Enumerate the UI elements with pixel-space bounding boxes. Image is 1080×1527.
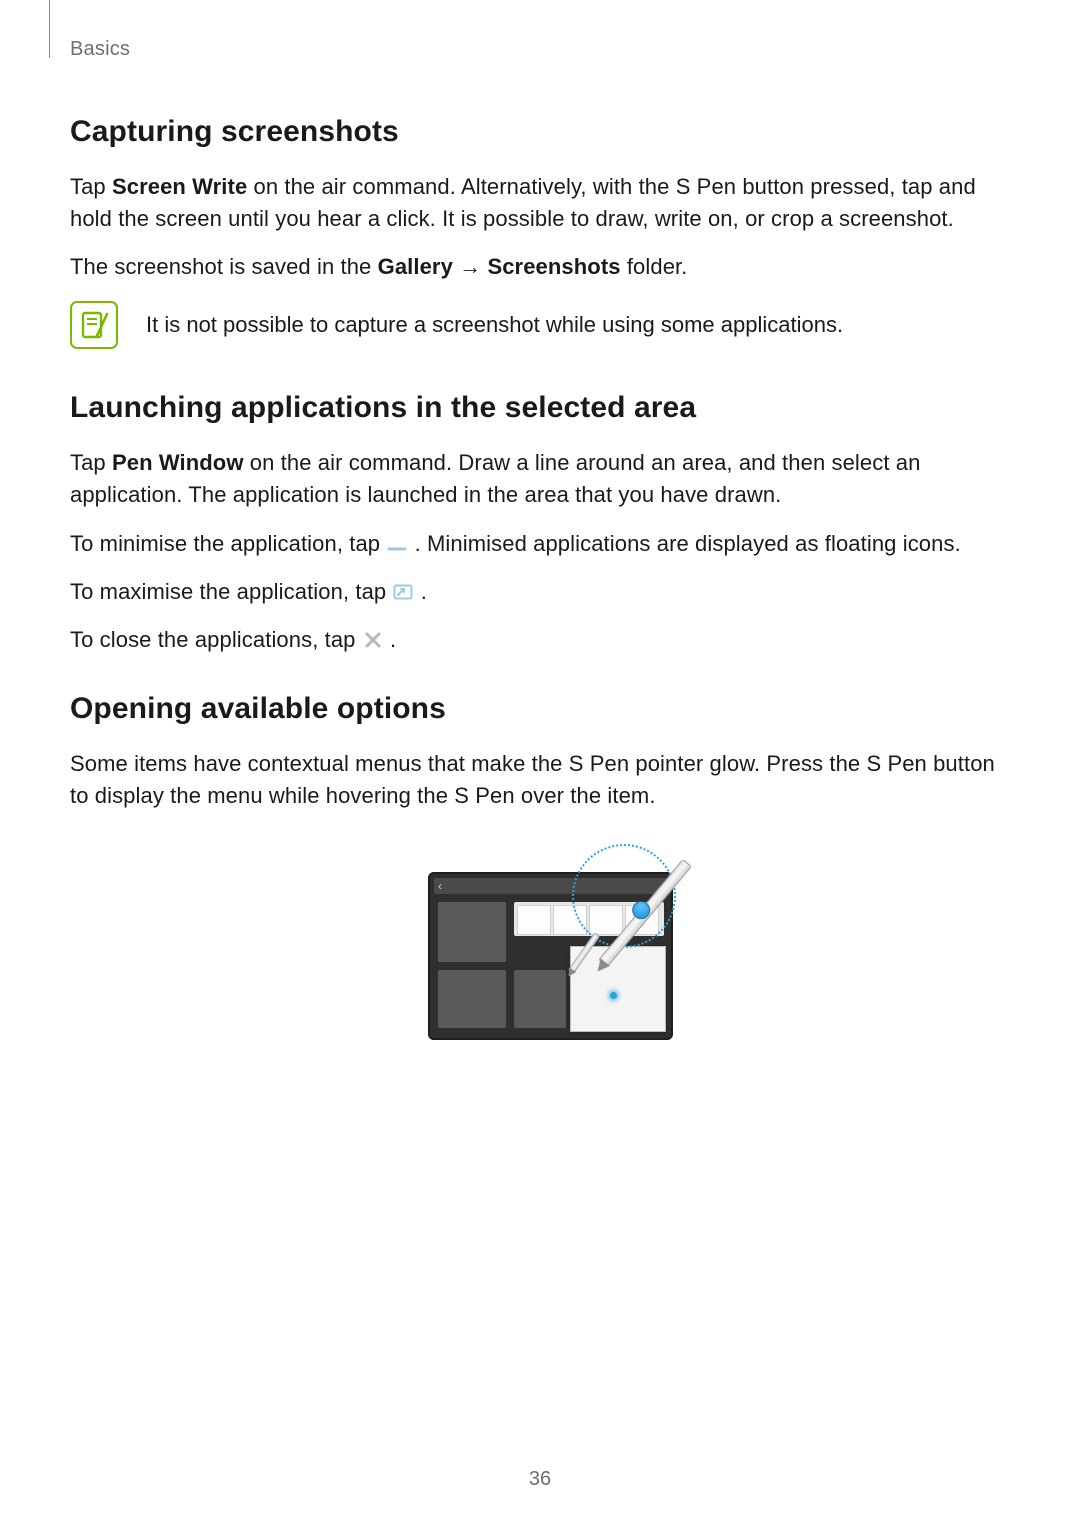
- text: To maximise the application, tap: [70, 579, 392, 604]
- text: Tap: [70, 174, 112, 199]
- paragraph: The screenshot is saved in the Gallery →…: [70, 251, 1010, 283]
- minimise-icon: [386, 537, 408, 553]
- bold-screen-write: Screen Write: [112, 174, 247, 199]
- text: . Minimised applications are displayed a…: [415, 531, 961, 556]
- page-number: 36: [0, 1468, 1080, 1491]
- paragraph-close: To close the applications, tap .: [70, 624, 1010, 656]
- figure-tile: [438, 970, 506, 1028]
- figure-tile: [438, 902, 506, 962]
- paragraph-maximise: To maximise the application, tap .: [70, 576, 1010, 608]
- figure-spen-hover: ‹: [380, 832, 700, 1052]
- bold-screenshots: Screenshots: [487, 254, 620, 279]
- heading-capturing-screenshots: Capturing screenshots: [70, 115, 1010, 149]
- text: To minimise the application, tap: [70, 531, 386, 556]
- text: The screenshot is saved in the: [70, 254, 378, 279]
- paragraph: Some items have contextual menus that ma…: [70, 748, 1010, 812]
- figure-tile: [514, 970, 566, 1028]
- text: To close the applications, tap: [70, 627, 362, 652]
- arrow-text: →: [453, 254, 488, 279]
- paragraph: Tap Pen Window on the air command. Draw …: [70, 447, 1010, 511]
- figure-thumb: [517, 905, 551, 935]
- note-row: It is not possible to capture a screensh…: [70, 301, 1010, 349]
- running-head: Basics: [70, 38, 1010, 61]
- close-icon: [362, 632, 384, 648]
- bold-gallery: Gallery: [378, 254, 453, 279]
- bold-pen-window: Pen Window: [112, 450, 244, 475]
- text: .: [390, 627, 396, 652]
- note-icon: [70, 301, 118, 349]
- heading-opening-options: Opening available options: [70, 692, 1010, 726]
- paragraph: Tap Screen Write on the air command. Alt…: [70, 171, 1010, 235]
- figure-hover-card: [570, 946, 666, 1032]
- crop-mark: [49, 0, 50, 58]
- paragraph-minimise: To minimise the application, tap . Minim…: [70, 528, 1010, 560]
- heading-launching-apps: Launching applications in the selected a…: [70, 391, 1010, 425]
- note-text: It is not possible to capture a screensh…: [146, 309, 843, 341]
- text: .: [421, 579, 427, 604]
- chevron-left-icon: ‹: [438, 880, 442, 892]
- text: Tap: [70, 450, 112, 475]
- text: folder.: [621, 254, 688, 279]
- maximise-icon: [392, 584, 414, 600]
- manual-page: Basics Capturing screenshots Tap Screen …: [0, 0, 1080, 1527]
